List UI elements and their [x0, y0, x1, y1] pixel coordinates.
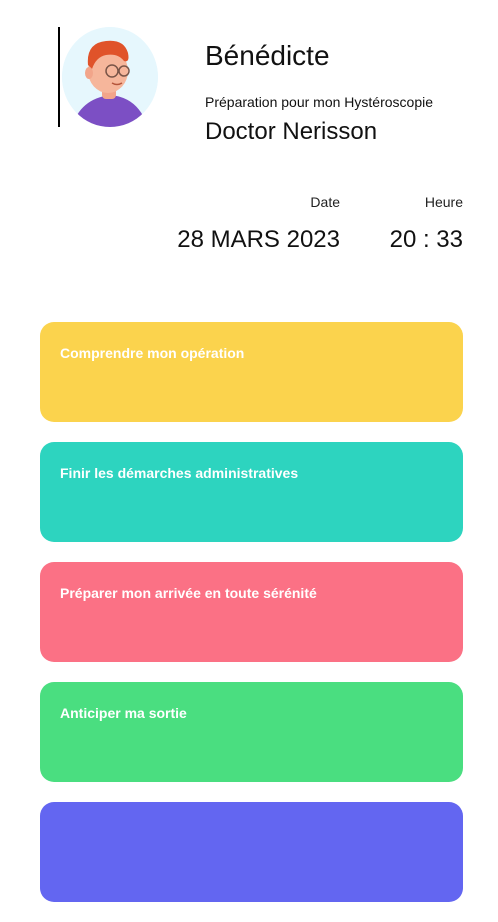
preparation-steps: Comprendre mon opération Finir les démar… — [40, 322, 463, 922]
card-comprendre-operation[interactable]: Comprendre mon opération — [40, 322, 463, 422]
card-preparer-arrivee[interactable]: Préparer mon arrivée en toute sérénité — [40, 562, 463, 662]
preparation-subtitle: Préparation pour mon Hystéroscopie — [205, 94, 434, 110]
card-next-step[interactable] — [40, 802, 463, 902]
card-anticiper-sortie[interactable]: Anticiper ma sortie — [40, 682, 463, 782]
doctor-name: Doctor Nerisson — [205, 118, 378, 145]
card-label: Préparer mon arrivée en toute sérénité — [60, 585, 317, 601]
patient-name: Bénédicte — [205, 40, 330, 71]
time-value: 20 : 33 — [389, 226, 463, 253]
card-label: Comprendre mon opération — [60, 345, 245, 361]
time-label: Heure — [424, 194, 463, 210]
date-label: Date — [310, 194, 340, 210]
accent-divider — [58, 27, 60, 127]
card-label: Finir les démarches administratives — [60, 465, 299, 481]
avatar[interactable] — [62, 27, 158, 127]
card-label: Anticiper ma sortie — [60, 705, 187, 721]
person-avatar-icon — [62, 27, 158, 127]
card-demarches-administratives[interactable]: Finir les démarches administratives — [40, 442, 463, 542]
date-value: 28 MARS 2023 — [177, 226, 340, 253]
profile-header: Bénédicte Préparation pour mon Hystérosc… — [0, 0, 498, 170]
